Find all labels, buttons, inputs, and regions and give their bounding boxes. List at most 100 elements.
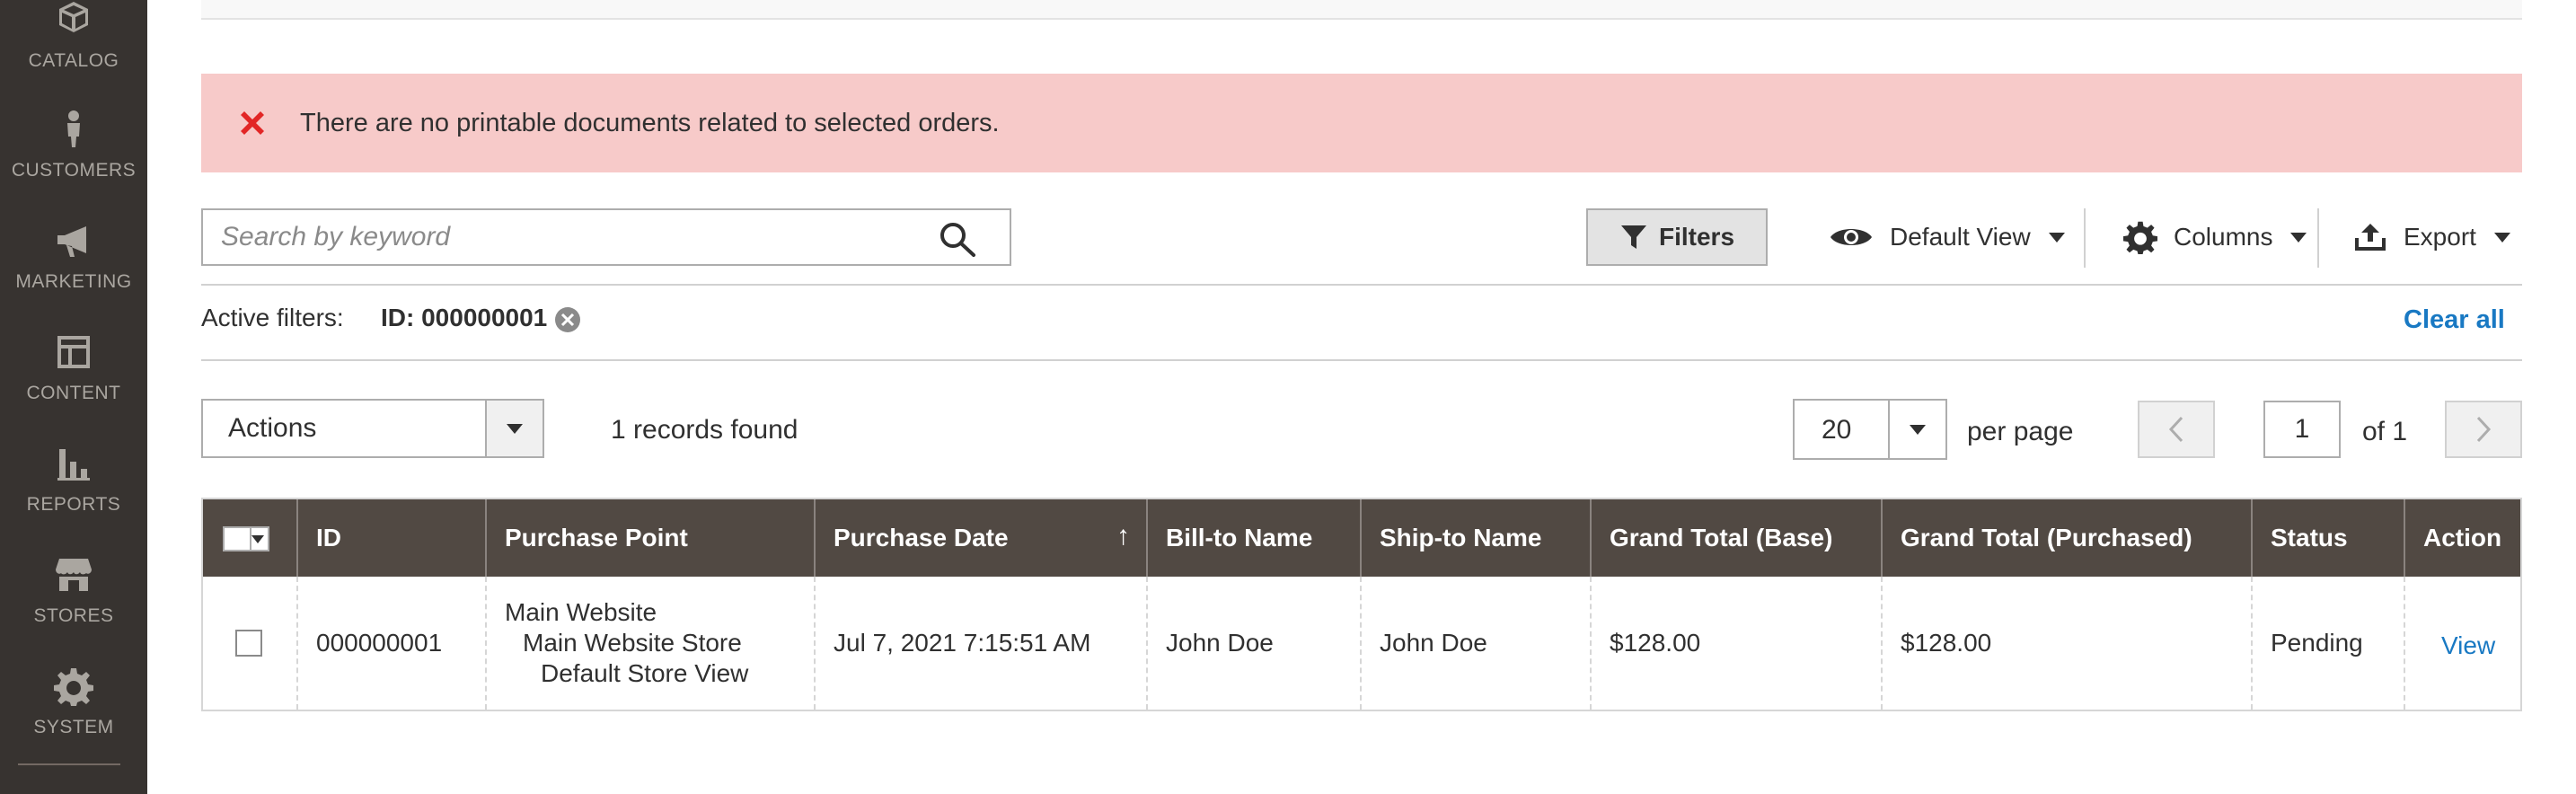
cell-text: Main Website xyxy=(505,598,657,626)
customer-person-icon xyxy=(67,110,80,147)
export-dropdown[interactable]: Export xyxy=(2353,208,2510,266)
table-row-select-cell xyxy=(203,577,298,710)
search-icon[interactable] xyxy=(938,221,977,257)
content-layout-icon xyxy=(57,336,90,368)
columns-label: Columns xyxy=(2174,223,2273,251)
mass-select-header xyxy=(203,499,298,577)
column-header-grand-total-purchased[interactable]: Grand Total (Purchased) xyxy=(1883,499,2253,577)
cell-text: Default Store View xyxy=(541,659,749,687)
nav-item-catalog[interactable]: CATALOG xyxy=(0,0,147,111)
sort-ascending-icon: ↑ xyxy=(1116,521,1130,551)
column-header-label: Status xyxy=(2271,524,2348,551)
nav-label: CUSTOMERS xyxy=(11,160,137,181)
actions-label: Actions xyxy=(228,413,317,443)
column-header-purchase-point[interactable]: Purchase Point xyxy=(487,499,816,577)
next-page-button[interactable] xyxy=(2445,401,2522,458)
storefront-icon xyxy=(56,559,92,591)
column-header-bill-to-name[interactable]: Bill-to Name xyxy=(1148,499,1362,577)
filters-button[interactable]: Filters xyxy=(1586,208,1768,266)
chevron-down-icon xyxy=(1910,424,1926,435)
chevron-right-icon xyxy=(2476,416,2492,443)
filters-label: Filters xyxy=(1658,223,1735,251)
catalog-box-icon xyxy=(59,2,88,32)
grid-header-row: ID Purchase Point Purchase Date ↑ Bill-to… xyxy=(203,499,2520,577)
column-header-ship-to-name[interactable]: Ship-to Name xyxy=(1362,499,1592,577)
column-header-label: Action xyxy=(2423,524,2502,551)
column-header-action: Action xyxy=(2405,499,2520,577)
cell-grand-total-purchased: $128.00 xyxy=(1883,577,2253,710)
nav-item-marketing[interactable]: MARKETING xyxy=(0,221,147,332)
nav-item-stores[interactable]: STORES xyxy=(0,555,147,666)
column-header-status[interactable]: Status xyxy=(2253,499,2405,577)
error-message-text: There are no printable documents related… xyxy=(300,108,1000,137)
cell-ship-to-name: John Doe xyxy=(1362,577,1592,710)
actions-toggle[interactable] xyxy=(485,401,543,456)
page-total: of 1 xyxy=(2362,417,2408,446)
nav-label: CONTENT xyxy=(26,383,121,403)
gear-icon xyxy=(2123,221,2157,254)
nav-item-customers[interactable]: CUSTOMERS xyxy=(0,110,147,221)
upload-export-icon xyxy=(2355,224,2386,251)
cell-id: 000000001 xyxy=(298,577,487,710)
mass-actions-select[interactable]: Actions xyxy=(201,399,544,458)
divider xyxy=(201,284,2522,286)
nav-label: REPORTS xyxy=(26,494,121,515)
page-header-strip xyxy=(201,0,2522,20)
bar-chart-icon xyxy=(57,449,90,481)
active-filters-label: Active filters: xyxy=(201,304,344,331)
column-header-label: Purchase Point xyxy=(505,524,688,551)
funnel-icon xyxy=(1620,225,1646,249)
per-page-label: per page xyxy=(1967,417,2074,446)
view-label: Default View xyxy=(1890,223,2031,251)
column-header-label: Bill-to Name xyxy=(1166,524,1313,551)
error-x-icon xyxy=(241,111,264,135)
cell-text: Jul 7, 2021 7:15:51 AM xyxy=(834,629,1091,657)
column-header-label: Purchase Date xyxy=(834,524,1009,551)
per-page-value: 20 xyxy=(1822,415,1852,445)
column-header-label: Ship-to Name xyxy=(1380,524,1542,551)
active-filter-chip: ID: 000000001 xyxy=(381,304,548,331)
chevron-down-icon xyxy=(251,535,264,543)
cell-purchase-point: Main Website Main Website Store Default … xyxy=(487,577,816,710)
sidebar-divider xyxy=(18,763,120,765)
cell-text: John Doe xyxy=(1166,629,1274,657)
column-header-label: Grand Total (Purchased) xyxy=(1901,524,2192,551)
default-view-dropdown[interactable]: Default View xyxy=(1829,208,2065,266)
toolbar-separator xyxy=(2084,208,2086,268)
nav-item-reports[interactable]: REPORTS xyxy=(0,444,147,555)
divider xyxy=(201,359,2522,361)
column-header-purchase-date[interactable]: Purchase Date ↑ xyxy=(816,499,1148,577)
page-number-input[interactable] xyxy=(2263,401,2341,458)
view-order-link[interactable]: View xyxy=(2441,626,2495,660)
megaphone-icon xyxy=(57,226,86,257)
columns-dropdown[interactable]: Columns xyxy=(2123,208,2307,266)
remove-filter-icon[interactable] xyxy=(553,305,582,334)
gear-icon xyxy=(54,668,93,706)
cell-purchase-date: Jul 7, 2021 7:15:51 AM xyxy=(816,577,1148,710)
cell-status: Pending xyxy=(2253,577,2405,710)
cell-text: 000000001 xyxy=(316,629,443,657)
mass-select-checkbox[interactable] xyxy=(223,526,269,551)
chevron-left-icon xyxy=(2168,416,2183,443)
per-page-toggle[interactable] xyxy=(1888,401,1945,458)
previous-page-button[interactable] xyxy=(2138,401,2215,458)
column-header-grand-total-base[interactable]: Grand Total (Base) xyxy=(1592,499,1883,577)
clear-all-link[interactable]: Clear all xyxy=(2404,305,2505,335)
per-page-select[interactable]: 20 xyxy=(1793,399,1947,460)
cell-text: John Doe xyxy=(1380,629,1487,657)
nav-item-content[interactable]: CONTENT xyxy=(0,332,147,444)
cell-action: View xyxy=(2405,577,2520,710)
nav-label: STORES xyxy=(33,605,114,626)
nav-item-system[interactable]: SYSTEM xyxy=(0,666,147,778)
column-header-label: Grand Total (Base) xyxy=(1610,524,1833,551)
nav-label: SYSTEM xyxy=(33,717,114,737)
error-message: There are no printable documents related… xyxy=(201,74,2522,172)
chevron-down-icon xyxy=(2290,232,2307,243)
cell-text: $128.00 xyxy=(1610,629,1701,657)
cell-grand-total-base: $128.00 xyxy=(1592,577,1883,710)
search-input[interactable] xyxy=(203,210,957,264)
column-header-id[interactable]: ID xyxy=(298,499,487,577)
toolbar-separator xyxy=(2317,208,2319,268)
eye-icon xyxy=(1831,229,1872,245)
row-checkbox[interactable] xyxy=(235,630,262,657)
